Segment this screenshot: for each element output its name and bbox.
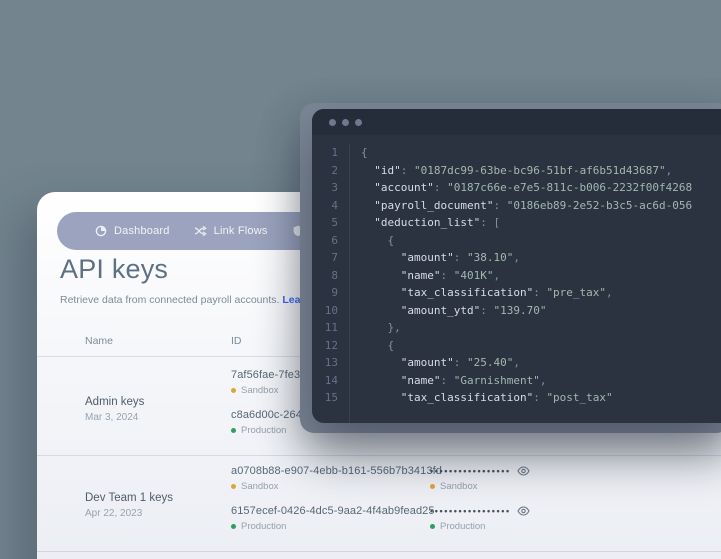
environment-dot xyxy=(430,524,435,529)
code-line: { xyxy=(361,146,368,159)
code-line: "deduction_list": [ xyxy=(361,216,501,229)
code-line: "id": "0187dc99-63be-bc96-51bf-af6b51d43… xyxy=(361,163,673,177)
api-key-secret-entry: ••••••••••••••••• Sandbox xyxy=(430,465,721,492)
environment-badge: Production xyxy=(430,521,721,532)
api-key-id: 6157ecef-0426-4dc5-9aa2-4f4ab9fead25 xyxy=(231,505,435,517)
environment-label: Sandbox xyxy=(241,385,279,396)
line-number: 13 xyxy=(324,356,338,369)
environment-badge: Sandbox xyxy=(231,481,430,492)
dashboard-icon xyxy=(95,225,107,237)
window-control-dot[interactable] xyxy=(342,118,349,126)
page-subtitle: Retrieve data from connected payroll acc… xyxy=(60,294,280,306)
code-line: "name": "401K", xyxy=(361,268,501,282)
eye-icon[interactable] xyxy=(517,506,530,516)
environment-dot xyxy=(231,388,236,393)
code-editor[interactable]: 1 2 3 4 5 6 7 8 9 10 11 12 13 14 15 { "id": "0187dc99-… xyxy=(312,135,721,423)
environment-badge: Sandbox xyxy=(430,481,721,492)
environment-label: Production xyxy=(440,521,486,532)
line-number: 10 xyxy=(324,303,338,317)
window-control-dot[interactable] xyxy=(329,118,336,126)
api-key-row: Dev Team 1 keys Apr 22, 2023 a0708b88-e907… xyxy=(37,455,721,551)
line-number: 6 xyxy=(331,233,338,247)
line-number: 9 xyxy=(331,286,338,299)
eye-icon[interactable] xyxy=(517,466,530,476)
line-number: 11 xyxy=(324,321,338,334)
api-key-id-entry: a0708b88-e907-4ebb-b161-556b7b3413fd Sand… xyxy=(231,465,442,492)
link-flows-icon xyxy=(194,225,207,237)
code-line: "tax_classification": "pre_tax", xyxy=(361,286,613,299)
environment-label: Sandbox xyxy=(440,481,478,492)
key-set-date: Apr 22, 2023 xyxy=(85,507,143,519)
api-key-row: Dev Team 2 keysMar 3, 2023f69375c0-bbf0-… xyxy=(37,551,721,559)
stage: DashboardLink FlowsConnections API keys … xyxy=(0,0,721,559)
code-window: 1 2 3 4 5 6 7 8 9 10 11 12 13 14 15 { "id": "0187dc99-… xyxy=(312,109,721,423)
environment-label: Production xyxy=(241,425,287,436)
line-number-gutter: 1 2 3 4 5 6 7 8 9 10 11 12 13 14 15 xyxy=(312,144,350,423)
nav-item-label: Dashboard xyxy=(114,225,170,237)
environment-label: Sandbox xyxy=(241,481,279,492)
line-number: 12 xyxy=(324,338,338,352)
code-window-titlebar xyxy=(312,109,721,135)
masked-secret: ••••••••••••••••• xyxy=(430,466,511,476)
line-number: 14 xyxy=(324,373,338,387)
code-line: }, xyxy=(361,321,401,334)
nav-item-dashboard[interactable]: Dashboard xyxy=(95,225,170,237)
code-line: "name": "Garnishment", xyxy=(361,373,547,387)
code-line: "account": "0187c66e-e7e5-811c-b006-2232… xyxy=(361,181,693,194)
api-key-id: a0708b88-e907-4ebb-b161-556b7b3413fd xyxy=(231,465,442,477)
window-control-dot[interactable] xyxy=(355,118,362,126)
environment-dot xyxy=(430,484,435,489)
nav-item-link-flows[interactable]: Link Flows xyxy=(194,225,268,237)
line-number: 15 xyxy=(324,391,338,404)
key-set-date: Mar 3, 2024 xyxy=(85,411,139,423)
environment-dot xyxy=(231,484,236,489)
key-set-name: Dev Team 1 keys xyxy=(85,491,173,504)
code-line: "tax_classification": "post_tax" xyxy=(361,391,613,404)
line-number: 1 xyxy=(331,146,338,159)
code-content: { "id": "0187dc99-63be-bc96-51bf-af6b51d… xyxy=(350,144,721,423)
api-key-id-entry: 6157ecef-0426-4dc5-9aa2-4f4ab9fead25 Prod… xyxy=(231,505,435,532)
code-line: { xyxy=(361,233,395,247)
code-line: "amount": "38.10", xyxy=(361,251,520,264)
key-set-name: Admin keys xyxy=(85,395,145,408)
line-number: 7 xyxy=(331,251,338,264)
page-header: API keys Retrieve data from connected pa… xyxy=(60,254,340,306)
page-title: API keys xyxy=(60,254,169,284)
environment-dot xyxy=(231,428,236,433)
code-line: { xyxy=(361,338,395,352)
environment-label: Production xyxy=(241,521,287,532)
environment-dot xyxy=(231,524,236,529)
line-number: 2 xyxy=(331,163,338,177)
column-header-name: Name xyxy=(85,335,114,347)
code-line: "payroll_document": "0186eb89-2e52-b3c5-… xyxy=(361,198,693,212)
masked-secret: ••••••••••••••••• xyxy=(430,506,511,516)
line-number: 8 xyxy=(331,268,338,282)
api-key-secret-entry: ••••••••••••••••• Production xyxy=(430,505,721,532)
environment-badge: Production xyxy=(231,521,430,532)
line-number: 4 xyxy=(331,198,338,212)
line-number: 3 xyxy=(331,181,338,194)
nav-item-label: Link Flows xyxy=(213,225,268,237)
code-line: "amount_ytd": "139.70" xyxy=(361,303,547,317)
code-line: "amount": "25.40", xyxy=(361,356,520,369)
line-number: 5 xyxy=(331,216,338,229)
